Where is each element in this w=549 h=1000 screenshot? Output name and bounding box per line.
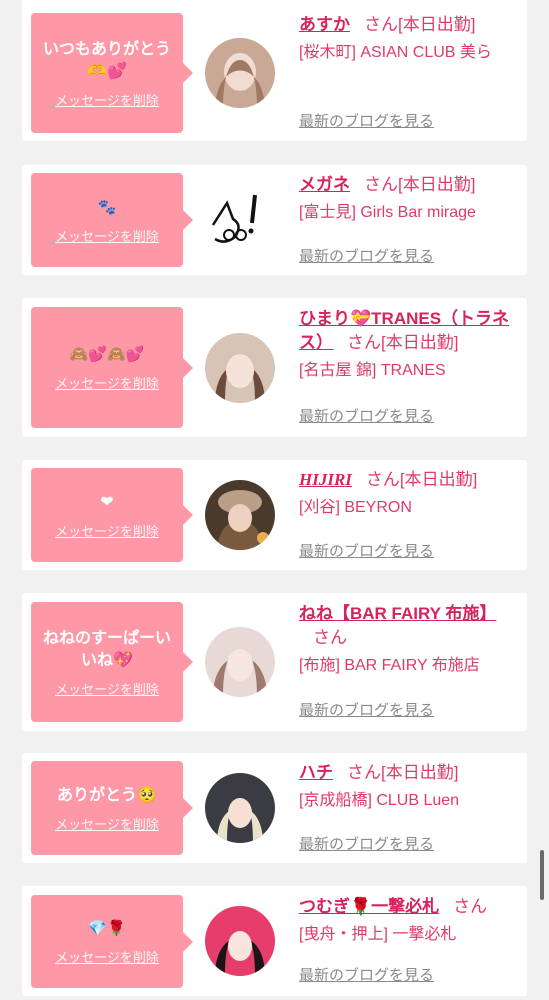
message-bubble: 💎🌹 メッセージを削除: [31, 895, 193, 988]
honorific: さん: [347, 763, 381, 782]
message-text: 💎🌹: [88, 919, 126, 937]
scrollbar-thumb[interactable]: [540, 850, 544, 900]
attendance-status: [本日出勤]: [398, 175, 476, 194]
latest-blog-link[interactable]: 最新のブログを見る: [299, 540, 434, 561]
honorific: さん: [364, 175, 398, 194]
latest-blog-link[interactable]: 最新のブログを見る: [299, 964, 434, 985]
latest-blog-link[interactable]: 最新のブログを見る: [299, 699, 434, 720]
message-card: 🐾 メッセージを削除 メガネ さん[本日出勤] [富士見] Girls Bar m…: [22, 165, 527, 275]
shop-name: [名古屋 錦] TRANES: [299, 362, 446, 379]
message-bubble: ねねのすーぱーいいね💖 メッセージを削除: [31, 602, 193, 722]
shop-name: [曳舟・押上] 一撃必札: [299, 926, 457, 943]
message-bubble: 🐾 メッセージを削除: [31, 173, 193, 267]
delete-message-link[interactable]: メッセージを削除: [55, 814, 159, 833]
name-line: ねね【BAR FAIRY 布施】さん: [299, 602, 517, 650]
shop-name: [富士見] Girls Bar mirage: [299, 204, 476, 221]
name-line: ひまり💝TRANES（トラネス） さん[本日出勤]: [299, 307, 517, 355]
message-bubble: いつもありがとう 🫶💕 メッセージを削除: [31, 13, 193, 133]
message-card: いつもありがとう 🫶💕 メッセージを削除 あすか さん[本日出勤] [桜木町] A…: [22, 0, 527, 141]
avatar[interactable]: [205, 185, 275, 255]
delete-message-link[interactable]: メッセージを削除: [55, 373, 159, 392]
message-text: ねねのすーぱーいいね💖: [42, 627, 171, 669]
message-text: ありがとう🥺: [57, 784, 157, 804]
message-card: ありがとう🥺 メッセージを削除 ハチ さん[本日出勤] [京成船橋] CLUB L…: [22, 753, 527, 863]
message-card: 💎🌹 メッセージを削除 つむぎ🌹一撃必札 さん [曳舟・押上] 一撃必札 最新のブ…: [22, 886, 527, 996]
avatar[interactable]: [205, 333, 275, 403]
honorific: さん: [365, 470, 400, 489]
cast-info: ひまり💝TRANES（トラネス） さん[本日出勤] [名古屋 錦] TRANES: [299, 307, 517, 383]
latest-blog-link[interactable]: 最新のブログを見る: [299, 833, 434, 854]
shop-name: [刈谷] BEYRON: [299, 499, 412, 516]
message-text: 🐾: [97, 197, 117, 216]
cast-name-link[interactable]: つむぎ🌹一撃必札: [299, 897, 439, 916]
latest-blog-link[interactable]: 最新のブログを見る: [299, 245, 434, 266]
message-bubble: ありがとう🥺 メッセージを削除: [31, 761, 193, 855]
avatar[interactable]: [205, 773, 275, 843]
message-text: いつもありがとう 🫶💕: [42, 38, 171, 80]
cast-info: あすか さん[本日出勤] [桜木町] ASIAN CLUB 美ら: [299, 13, 517, 65]
delete-message-link[interactable]: メッセージを削除: [55, 521, 159, 540]
name-line: ハチ さん[本日出勤]: [299, 761, 517, 785]
cast-name-link[interactable]: ハチ: [299, 763, 333, 782]
attendance-status: [本日出勤]: [398, 15, 476, 34]
message-card: ねねのすーぱーいいね💖 メッセージを削除 ねね【BAR FAIRY 布施】さん …: [22, 593, 527, 731]
shop-name: [布施] BAR FAIRY 布施店: [299, 657, 480, 674]
avatar[interactable]: [205, 480, 275, 550]
message-text: 🙈💕🙈💕: [69, 345, 145, 363]
shop-name: [桜木町] ASIAN CLUB 美ら: [299, 44, 492, 61]
cast-info: ねね【BAR FAIRY 布施】さん [布施] BAR FAIRY 布施店: [299, 602, 517, 678]
delete-message-link[interactable]: メッセージを削除: [55, 679, 159, 698]
cast-name-link[interactable]: あすか: [299, 15, 350, 34]
attendance-status: [本日出勤]: [381, 333, 459, 352]
honorific: さん: [453, 897, 488, 916]
delete-message-link[interactable]: メッセージを削除: [55, 90, 159, 109]
attendance-status: [本日出勤]: [381, 763, 459, 782]
delete-message-link[interactable]: メッセージを削除: [55, 947, 159, 966]
avatar[interactable]: [205, 38, 275, 108]
message-bubble: ❤ メッセージを削除: [31, 468, 193, 562]
message-text: ❤: [100, 491, 114, 511]
cast-info: メガネ さん[本日出勤] [富士見] Girls Bar mirage: [299, 173, 517, 225]
delete-message-link[interactable]: メッセージを削除: [55, 226, 159, 245]
avatar[interactable]: [205, 627, 275, 697]
cast-name-link[interactable]: ねね【BAR FAIRY 布施】: [299, 604, 496, 623]
name-line: つむぎ🌹一撃必札 さん: [299, 895, 517, 919]
message-bubble: 🙈💕🙈💕 メッセージを削除: [31, 307, 193, 428]
name-line: メガネ さん[本日出勤]: [299, 173, 517, 197]
cast-info: HIJIRI さん[本日出勤] [刈谷] BEYRON: [299, 468, 517, 520]
message-card: 🙈💕🙈💕 メッセージを削除 ひまり💝TRANES（トラネス） さん[本日出勤] […: [22, 298, 527, 437]
latest-blog-link[interactable]: 最新のブログを見る: [299, 110, 434, 131]
shop-name: [京成船橋] CLUB Luen: [299, 792, 460, 809]
cast-info: つむぎ🌹一撃必札 さん [曳舟・押上] 一撃必札: [299, 895, 517, 947]
cast-name-link[interactable]: HIJIRI: [299, 470, 352, 489]
honorific: さん: [347, 333, 381, 352]
cast-name-link[interactable]: メガネ: [299, 175, 350, 194]
cast-info: ハチ さん[本日出勤] [京成船橋] CLUB Luen: [299, 761, 517, 813]
name-line: HIJIRI さん[本日出勤]: [299, 468, 517, 492]
attendance-status: [本日出勤]: [399, 470, 478, 489]
message-card: ❤ メッセージを削除 HIJIRI さん[本日出勤] [刈谷] BEYRON 最新…: [22, 460, 527, 570]
latest-blog-link[interactable]: 最新のブログを見る: [299, 405, 434, 426]
name-line: あすか さん[本日出勤]: [299, 13, 517, 37]
avatar[interactable]: [205, 906, 275, 976]
honorific: さん: [313, 628, 347, 647]
honorific: さん: [364, 15, 398, 34]
